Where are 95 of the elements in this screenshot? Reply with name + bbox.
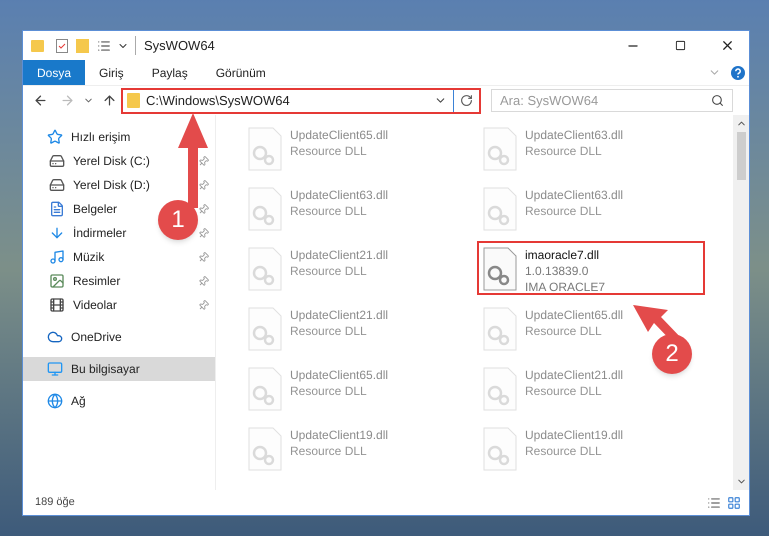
window-title: SysWOW64 xyxy=(135,36,215,56)
sidebar-item[interactable]: Belgeler xyxy=(23,197,126,221)
search-field[interactable]: Ara: SysWOW64 xyxy=(491,89,733,112)
sidebar-item-icon xyxy=(49,297,65,313)
sidebar-item-icon xyxy=(49,201,65,217)
sidebar-item[interactable]: Bu bilgisayar xyxy=(23,357,215,381)
gear-file-icon xyxy=(483,427,517,471)
file-detail: 1.0.13839.0 xyxy=(525,263,590,279)
sidebar-item-label: Resimler xyxy=(73,273,120,290)
file-detail: Resource DLL xyxy=(290,263,368,279)
sidebar-item-icon xyxy=(47,361,63,377)
maximize-icon[interactable] xyxy=(675,40,686,51)
file-name: UpdateClient65.dll xyxy=(525,307,624,323)
address-path: C:\Windows\SysWOW64 xyxy=(146,92,291,110)
gear-file-icon xyxy=(483,127,517,171)
ribbon-tab[interactable]: Dosya xyxy=(23,60,86,85)
sidebar-item[interactable]: OneDrive xyxy=(23,325,130,349)
sidebar-item-icon xyxy=(47,129,63,145)
sidebar-item-icon xyxy=(49,273,65,289)
file-name: UpdateClient19.dll xyxy=(525,427,624,443)
ribbon-tab[interactable]: Giriş xyxy=(85,60,138,85)
sidebar-item[interactable]: Hızlı erişim xyxy=(23,125,138,149)
details-view-icon[interactable] xyxy=(707,496,721,510)
file-name: UpdateClient63.dll xyxy=(525,127,624,143)
checklist-icon[interactable] xyxy=(56,38,68,52)
file-name: UpdateClient19.dll xyxy=(290,427,388,443)
address-field[interactable]: C:\Windows\SysWOW64 xyxy=(121,88,481,114)
sidebar-item-icon xyxy=(49,177,65,193)
sidebar-item-label: OneDrive xyxy=(71,329,122,346)
sidebar-item[interactable]: Videolar xyxy=(23,293,125,317)
search-input[interactable]: Ara: SysWOW64 xyxy=(500,90,711,110)
file-name: UpdateClient21.dll xyxy=(290,307,388,323)
sidebar-item-label: Ağ xyxy=(71,393,86,410)
file-detail: Resource DLL xyxy=(290,203,368,219)
sidebar-item-label: Videolar xyxy=(73,297,117,314)
close-icon[interactable] xyxy=(720,38,735,53)
gear-file-icon xyxy=(248,187,282,231)
gear-file-icon xyxy=(483,187,517,231)
search-icon[interactable] xyxy=(711,94,724,107)
help-icon[interactable] xyxy=(731,66,745,80)
file-detail: Resource DLL xyxy=(290,143,368,159)
sidebar-item-icon xyxy=(49,225,65,241)
sidebar-item[interactable]: İndirmeler xyxy=(23,221,134,245)
file-detail: Resource DLL xyxy=(290,323,368,339)
gear-file-icon xyxy=(248,247,282,291)
file-detail: Resource DLL xyxy=(525,383,603,399)
ribbon-tab[interactable]: Paylaş xyxy=(138,60,202,85)
gear-file-icon xyxy=(248,367,282,411)
file-detail: IMA ORACLE7 xyxy=(525,279,606,295)
sidebar-item-label: Yerel Disk (C:) xyxy=(73,153,150,170)
refresh-icon[interactable] xyxy=(460,94,473,107)
sidebar-item[interactable]: Resimler xyxy=(23,269,128,293)
large-icons-view-icon[interactable] xyxy=(727,496,741,510)
sidebar-item-label: Hızlı erişim xyxy=(71,129,130,146)
gear-file-icon xyxy=(483,307,517,351)
gear-file-icon xyxy=(248,427,282,471)
ribbon-tab[interactable]: Görünüm xyxy=(202,60,280,85)
sidebar-item-label: Belgeler xyxy=(73,201,118,218)
file-detail: Resource DLL xyxy=(525,143,603,159)
up-icon[interactable] xyxy=(102,93,117,108)
file-name: UpdateClient65.dll xyxy=(290,127,388,143)
sidebar-item[interactable]: Yerel Disk (D:) xyxy=(23,173,158,197)
file-name: UpdateClient63.dll xyxy=(525,187,624,203)
file-detail: Resource DLL xyxy=(525,203,603,219)
file-name: UpdateClient63.dll xyxy=(290,187,388,203)
file-name: UpdateClient65.dll xyxy=(290,367,388,383)
sidebar-item-icon xyxy=(47,393,63,409)
sidebar-item-icon xyxy=(47,329,63,345)
properties-icon[interactable] xyxy=(97,38,111,52)
file-name: UpdateClient21.dll xyxy=(525,367,624,383)
file-detail: Resource DLL xyxy=(525,323,603,339)
scrollbar-thumb[interactable] xyxy=(736,132,746,180)
sidebar-item-label: İndirmeler xyxy=(73,225,126,242)
sidebar-item-icon xyxy=(49,153,65,169)
sidebar-item[interactable]: Ağ xyxy=(23,389,94,413)
file-item[interactable]: imaoracle7.dll 1.0.13839.0 IMA ORACLE7 xyxy=(477,241,705,295)
gear-file-icon xyxy=(248,127,282,171)
gear-file-icon xyxy=(483,247,517,291)
sidebar-item-icon xyxy=(49,249,65,265)
folder-icon xyxy=(127,93,140,108)
file-detail: Resource DLL xyxy=(290,443,368,459)
file-detail: Resource DLL xyxy=(525,443,603,459)
sidebar-item-label: Bu bilgisayar xyxy=(71,361,140,378)
back-icon[interactable] xyxy=(33,93,48,108)
file-detail: Resource DLL xyxy=(290,383,368,399)
gear-file-icon xyxy=(483,367,517,411)
sidebar-item[interactable]: Yerel Disk (C:) xyxy=(23,149,158,173)
gear-file-icon xyxy=(248,307,282,351)
sidebar-item[interactable]: Müzik xyxy=(23,245,112,269)
item-count: 189 öğe xyxy=(35,495,76,510)
sidebar-item-label: Müzik xyxy=(73,249,104,266)
file-name: imaoracle7.dll xyxy=(525,247,600,263)
scrollbar[interactable] xyxy=(733,115,749,490)
file-name: UpdateClient21.dll xyxy=(290,247,388,263)
sidebar-item-label: Yerel Disk (D:) xyxy=(73,177,150,194)
